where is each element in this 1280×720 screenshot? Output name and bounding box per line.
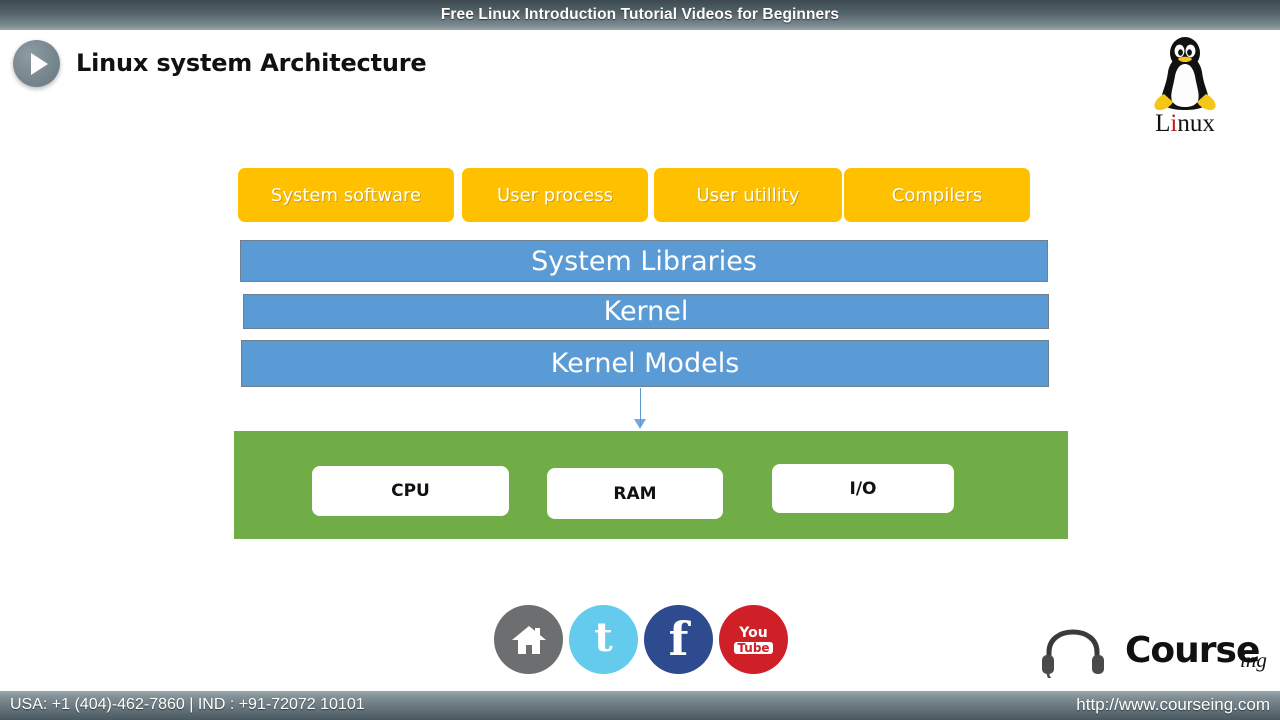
brand-logo: Course ing (1035, 628, 1275, 685)
system-layer-bar-kernel-models[interactable]: Kernel Models (241, 340, 1049, 387)
brand-suffix: ing (1240, 648, 1267, 672)
system-layer-label: System Libraries (531, 245, 757, 277)
tux-word-pre: L (1155, 110, 1171, 137)
home-glyph-icon (511, 625, 546, 654)
twitter-icon[interactable]: t (569, 605, 638, 674)
system-layer-label: Kernel (603, 296, 689, 327)
twitter-glyph-icon: t (594, 614, 613, 661)
tux-penguin-svg (1154, 37, 1216, 111)
footer-bar: USA: +1 (404)-462-7860 | IND : +91-72072… (0, 691, 1280, 720)
youtube-glyph-icon: You Tube (734, 624, 773, 654)
user-layer-label: User utillity (696, 184, 800, 206)
play-triangle-icon (30, 52, 48, 75)
hardware-label: RAM (613, 483, 657, 504)
user-layer-box-system-software[interactable]: System software (238, 168, 454, 222)
facebook-icon[interactable]: f (644, 605, 713, 674)
down-arrow-head-icon (634, 419, 646, 429)
youtube-icon[interactable]: You Tube (719, 605, 788, 674)
headset-icon (1042, 629, 1104, 685)
user-layer-row: System software User process User utilli… (238, 168, 1030, 222)
hardware-label: I/O (849, 478, 877, 499)
youtube-label-top: You (739, 624, 768, 641)
user-layer-box-user-utility[interactable]: User utillity (654, 168, 842, 222)
home-icon[interactable] (494, 605, 563, 674)
tux-word-post: nux (1177, 110, 1215, 137)
system-layer-label: Kernel Models (550, 348, 740, 379)
page-title: Linux system Architecture (76, 49, 427, 77)
user-layer-label: Compilers (891, 184, 983, 206)
hardware-box-ram[interactable]: RAM (547, 468, 723, 519)
top-banner: Free Linux Introduction Tutorial Videos … (0, 0, 1280, 30)
facebook-glyph-icon: f (668, 611, 689, 666)
hardware-label: CPU (391, 481, 430, 501)
user-layer-label: System software (270, 184, 422, 206)
system-layer-bar-system-libraries[interactable]: System Libraries (240, 240, 1048, 282)
slide-canvas: Free Linux Introduction Tutorial Videos … (0, 0, 1280, 720)
footer-website[interactable]: http://www.courseing.com (1076, 695, 1270, 715)
user-layer-box-compilers[interactable]: Compilers (844, 168, 1030, 222)
footer-contact: USA: +1 (404)-462-7860 | IND : +91-72072… (10, 696, 365, 713)
user-layer-label: User process (497, 184, 613, 206)
play-icon[interactable] (13, 40, 60, 87)
hardware-box-cpu[interactable]: CPU (312, 466, 509, 516)
youtube-label-bottom: Tube (734, 641, 773, 654)
tux-wordmark: Linux (1142, 110, 1228, 138)
system-layer-bar-kernel[interactable]: Kernel (243, 294, 1049, 329)
social-links: t f You Tube (494, 605, 788, 676)
top-banner-title: Free Linux Introduction Tutorial Videos … (440, 6, 840, 23)
hardware-box-io[interactable]: I/O (772, 464, 954, 513)
user-layer-box-user-process[interactable]: User process (462, 168, 648, 222)
tux-penguin-icon: Linux (1142, 36, 1228, 138)
